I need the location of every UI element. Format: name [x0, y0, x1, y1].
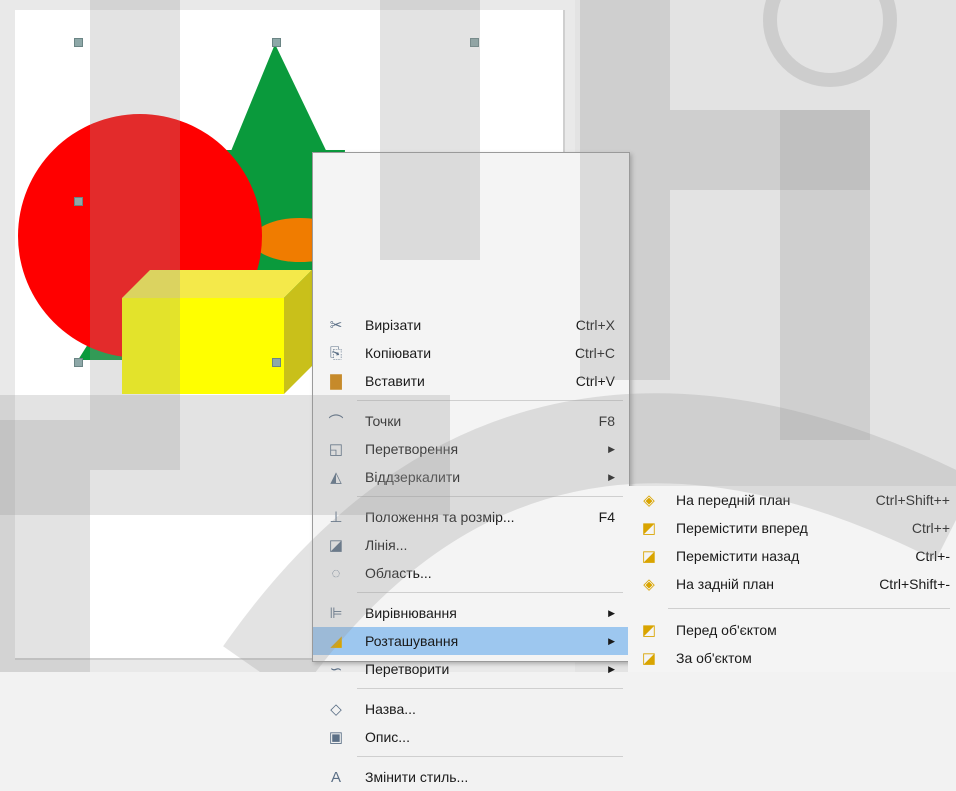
arrange-icon: ◢	[330, 633, 342, 650]
menu-separator	[668, 608, 950, 609]
selection-handle-top-left[interactable]	[74, 38, 83, 47]
selection-handle-bottom-left[interactable]	[74, 358, 83, 367]
selection-handle-middle-left[interactable]	[74, 197, 83, 206]
menu-item-position-and-size[interactable]: ⊥ Положення та розмір... F4	[313, 503, 629, 531]
points-icon: ⌒	[328, 413, 344, 431]
selection-handle-top-right[interactable]	[470, 38, 479, 47]
menu-separator	[357, 592, 623, 593]
description-icon: ▣	[328, 729, 344, 746]
align-icon: ⊫	[329, 605, 343, 622]
line-icon: ◪	[328, 537, 344, 554]
style-icon: A	[330, 768, 341, 786]
menu-item-copy[interactable]: ⎘ Копіювати Ctrl+C	[313, 339, 629, 367]
menu-separator	[357, 400, 623, 401]
selection-handle-top-center[interactable]	[272, 38, 281, 47]
menu-separator	[357, 496, 623, 497]
box-top-face	[122, 270, 312, 298]
menu-item-line[interactable]: ◪ Лінія...	[313, 531, 629, 559]
menu-separator	[357, 688, 623, 689]
selection-handle-bottom-center[interactable]	[272, 358, 281, 367]
menu-item-convert[interactable]: ∽ Перетворити ▶	[313, 655, 629, 683]
name-icon: ◇	[330, 701, 342, 718]
menu-item-paste[interactable]: ▇ Вставити Ctrl+V	[313, 367, 629, 395]
send-to-back-icon: ◈	[643, 576, 655, 593]
paste-icon: ▇	[330, 373, 342, 390]
menu-item-flip[interactable]: ◭ Віддзеркалити ▶	[313, 463, 629, 491]
menu-item-send-to-back[interactable]: ◈ На задній план Ctrl+Shift+-	[628, 570, 956, 598]
convert-icon: ∽	[329, 661, 343, 678]
menu-item-align[interactable]: ⊫ Вирівнювання ▶	[313, 599, 629, 627]
submenu-arrow-icon: ▶	[608, 471, 615, 482]
submenu-arrow-icon: ▶	[608, 443, 615, 454]
menu-item-points[interactable]: ⌒ Точки F8	[313, 407, 629, 435]
submenu-arrow-icon: ▶	[608, 607, 615, 618]
menu-item-bring-to-front[interactable]: ◈ На передній план Ctrl+Shift++	[628, 486, 956, 514]
menu-item-arrange[interactable]: ◢ Розташування ▶	[313, 627, 629, 655]
bring-forward-icon: ◩	[641, 520, 657, 537]
arrange-submenu: ◈ На передній план Ctrl+Shift++ ◩ Перемі…	[628, 486, 956, 672]
in-front-of-object-icon: ◩	[641, 622, 657, 639]
context-menu: ✂ Вирізати Ctrl+X ⎘ Копіювати Ctrl+C ▇ В…	[312, 152, 630, 786]
submenu-arrow-icon: ▶	[608, 635, 615, 646]
menu-separator	[357, 756, 623, 757]
area-icon: ◌	[331, 564, 341, 582]
transform-icon: ◱	[328, 441, 344, 458]
position-size-icon: ⊥	[329, 509, 343, 526]
behind-object-icon: ◪	[641, 650, 657, 667]
menu-item-transformations[interactable]: ◱ Перетворення ▶	[313, 435, 629, 463]
menu-item-area[interactable]: ◌ Область...	[313, 559, 629, 587]
menu-item-bring-forward[interactable]: ◩ Перемістити вперед Ctrl++	[628, 514, 956, 542]
menu-item-behind-object[interactable]: ◪ За об'єктом	[628, 644, 956, 672]
menu-item-name[interactable]: ◇ Назва...	[313, 695, 629, 723]
send-backward-icon: ◪	[641, 548, 657, 565]
menu-item-cut[interactable]: ✂ Вирізати Ctrl+X	[313, 311, 629, 339]
scissors-icon: ✂	[329, 317, 343, 334]
submenu-arrow-icon: ▶	[608, 663, 615, 674]
menu-item-edit-style[interactable]: A Змінити стиль...	[313, 763, 629, 791]
menu-item-description[interactable]: ▣ Опис...	[313, 723, 629, 751]
yellow-box-shape[interactable]	[122, 298, 284, 394]
copy-icon: ⎘	[329, 344, 342, 362]
menu-item-in-front-of-object[interactable]: ◩ Перед об'єктом	[628, 616, 956, 644]
flip-icon: ◭	[330, 469, 342, 486]
bring-to-front-icon: ◈	[643, 492, 655, 509]
menu-item-send-backward[interactable]: ◪ Перемістити назад Ctrl+-	[628, 542, 956, 570]
